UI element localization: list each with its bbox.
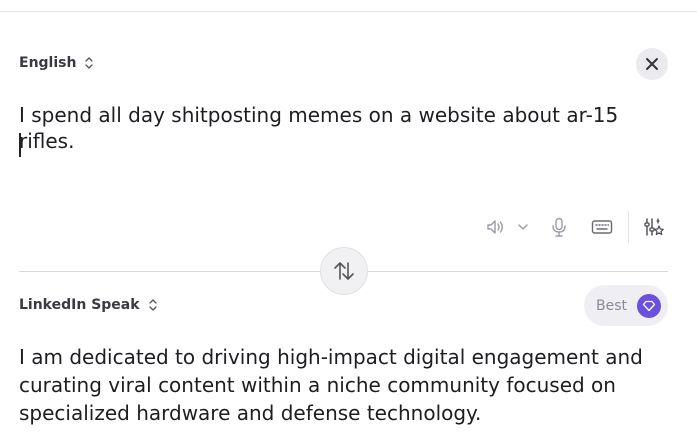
source-language-selector[interactable]: English [19, 55, 94, 71]
speaker-icon[interactable] [484, 216, 506, 238]
diamond-icon [637, 293, 662, 318]
microphone-icon[interactable] [548, 216, 570, 238]
swap-languages-button[interactable] [320, 247, 368, 295]
translated-text: I am dedicated to driving high-impact di… [19, 345, 643, 425]
source-language-label: English [19, 55, 77, 71]
text-cursor [19, 133, 21, 157]
quality-mode-label: Best [596, 297, 628, 314]
settings-sliders-icon[interactable] [643, 216, 665, 238]
target-language-label: LinkedIn Speak [19, 297, 140, 313]
chevron-up-down-icon [148, 299, 157, 311]
toolbar-separator [628, 211, 629, 243]
close-icon [646, 58, 658, 70]
input-toolbar [484, 211, 665, 243]
top-border [0, 11, 697, 12]
keyboard-icon[interactable] [590, 216, 614, 238]
swap-arrows-icon [334, 262, 354, 280]
source-text-input[interactable]: I spend all day shitposting memes on a w… [19, 102, 669, 154]
chevron-up-down-icon [85, 57, 94, 69]
clear-button[interactable] [636, 48, 668, 80]
chevron-down-icon[interactable] [512, 216, 534, 238]
quality-mode-toggle[interactable]: Best [584, 285, 668, 326]
target-language-selector[interactable]: LinkedIn Speak [19, 297, 158, 313]
